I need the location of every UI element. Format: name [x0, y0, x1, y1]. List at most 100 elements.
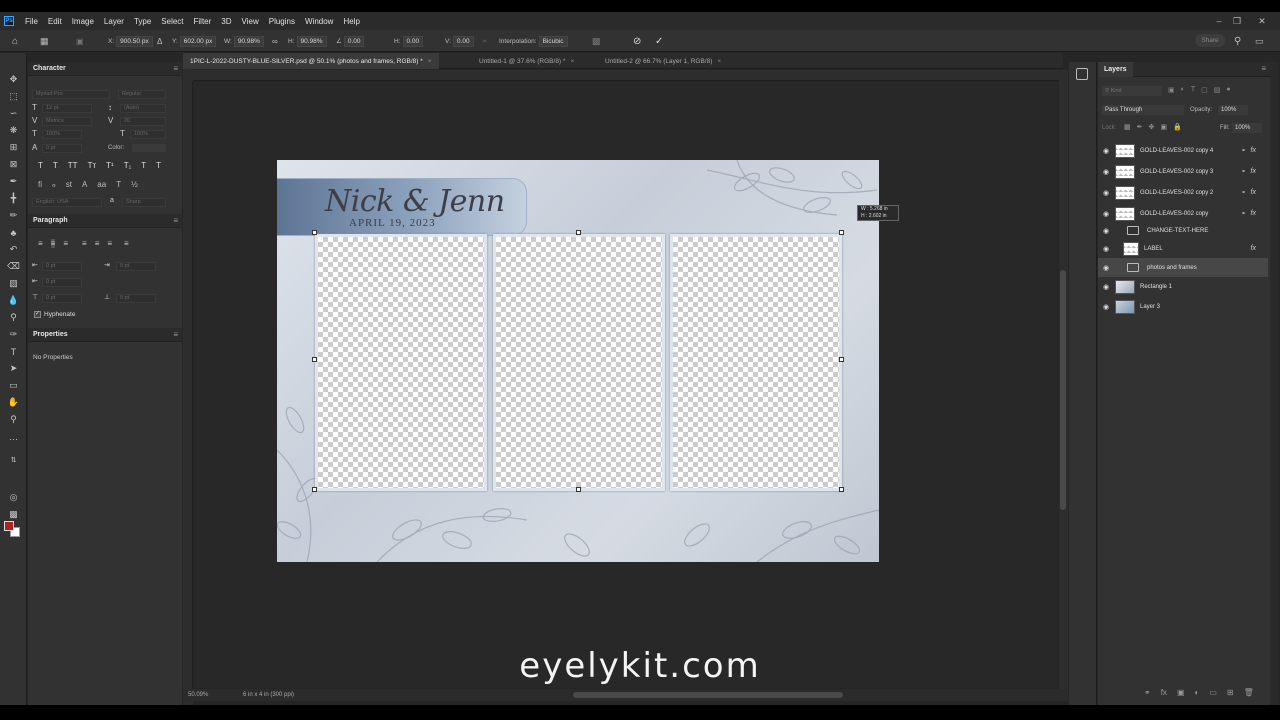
layer-name[interactable]: GOLD-LEAVES-002 copy 2 [1140, 190, 1213, 196]
angle-value[interactable]: 0.00 [343, 35, 365, 47]
layer-group-row-selected[interactable]: ◉ photos and frames [1098, 258, 1268, 277]
ligature-icon[interactable]: fi [38, 180, 42, 189]
layer-name[interactable]: GOLD-LEAVES-002 copy [1140, 211, 1208, 217]
faux-italic-icon[interactable]: T [53, 161, 58, 170]
zoom-tool-icon[interactable]: ⚲ [6, 413, 21, 426]
justify-last-center-icon[interactable]: ≡ [95, 239, 100, 248]
layer-name[interactable]: LABEL [1144, 246, 1163, 252]
new-layer-icon[interactable]: ⊞ [1227, 688, 1234, 697]
visibility-eye-icon[interactable]: ◉ [1103, 245, 1111, 253]
visibility-eye-icon[interactable]: ◉ [1103, 303, 1111, 311]
close-window-icon[interactable]: ✕ [1253, 12, 1271, 30]
stamp-tool-icon[interactable]: ♣ [6, 226, 21, 239]
restore-icon[interactable]: ❐ [1228, 12, 1246, 30]
lasso-tool-icon[interactable]: ∽ [6, 107, 21, 120]
close-tab-icon[interactable]: × [428, 58, 432, 65]
eyedropper-tool-icon[interactable]: ✒ [6, 175, 21, 188]
space-before-field[interactable]: 0 pt [42, 294, 82, 303]
layer-fx-icon[interactable]: fx [1251, 245, 1256, 252]
layer-name[interactable]: Rectangle 1 [1140, 284, 1172, 290]
add-style-icon[interactable]: fx [1161, 688, 1167, 697]
menu-file[interactable]: File [20, 17, 43, 26]
height-field[interactable]: H: 90.98% [288, 30, 327, 52]
reference-point-icon[interactable]: ▣ [76, 30, 84, 52]
visibility-eye-icon[interactable]: ◉ [1103, 189, 1111, 197]
layer-filter-kind[interactable]: ⚲ Kind [1102, 86, 1162, 96]
panel-menu-icon[interactable]: ≡ [173, 216, 178, 225]
transform-handle[interactable] [312, 230, 317, 235]
visibility-eye-icon[interactable]: ◉ [1103, 227, 1111, 235]
share-button[interactable]: Share [1195, 34, 1225, 47]
marquee-tool-icon[interactable]: ⬚ [6, 90, 21, 103]
interpolation-select[interactable]: Bicubic [538, 35, 568, 47]
align-left-icon[interactable]: ≡ [38, 239, 43, 248]
visibility-eye-icon[interactable]: ◉ [1103, 147, 1111, 155]
vertical-ruler[interactable] [183, 81, 193, 689]
filter-type-icon[interactable]: T [1191, 86, 1195, 94]
libraries-icon[interactable] [1076, 68, 1088, 80]
crop-tool-icon[interactable]: ⊞ [6, 141, 21, 154]
layer-name[interactable]: CHANGE-TEXT-HERE [1147, 228, 1208, 234]
healing-tool-icon[interactable]: ╋ [6, 192, 21, 205]
angle-field[interactable]: ∠ 0.00 [336, 30, 365, 52]
visibility-eye-icon[interactable]: ◉ [1103, 168, 1111, 176]
warp-mode-icon[interactable]: ▩ [592, 30, 601, 52]
commit-transform-icon[interactable]: ✓ [655, 30, 663, 52]
home-icon[interactable]: ⌂ [12, 30, 18, 52]
visibility-eye-icon[interactable]: ◉ [1103, 264, 1111, 272]
ordinals-icon[interactable]: T [116, 180, 121, 189]
menu-view[interactable]: View [237, 17, 264, 26]
menu-window[interactable]: Window [300, 17, 338, 26]
h-value[interactable]: 90.98% [296, 35, 327, 47]
document-info[interactable]: 6 in x 4 in (300 ppi) [243, 692, 294, 698]
screen-mode-icon[interactable]: ▩ [6, 508, 21, 521]
filter-adjust-icon[interactable]: ◐ [1181, 86, 1185, 94]
x-value[interactable]: 900.50 px [116, 35, 153, 47]
indent-right-field[interactable]: 0 pt [116, 262, 156, 271]
layer-row[interactable]: ◉ GOLD-LEAVES-002 copy 2 ⚭ fx [1098, 183, 1268, 202]
hand-tool-icon[interactable]: ✋ [6, 396, 21, 409]
lock-artboard-icon[interactable]: ▣ [1160, 123, 1167, 131]
x-field[interactable]: X: 900.50 px [108, 30, 153, 52]
hskew-value[interactable]: 0.00 [402, 35, 424, 47]
gradient-tool-icon[interactable]: ▧ [6, 277, 21, 290]
horizontal-scale-field[interactable]: 100% [130, 130, 166, 139]
more-tools-icon[interactable]: ⋯ [6, 433, 21, 446]
pen-tool-icon[interactable]: ✑ [6, 328, 21, 341]
layer-name[interactable]: GOLD-LEAVES-002 copy 3 [1140, 169, 1213, 175]
menu-select[interactable]: Select [156, 17, 188, 26]
subscript-icon[interactable]: T₁ [124, 161, 132, 170]
eraser-tool-icon[interactable]: ⌫ [6, 260, 21, 273]
workspace-icon[interactable]: ▭ [1255, 30, 1264, 52]
space-after-field[interactable]: 0 pt [116, 294, 156, 303]
brush-tool-icon[interactable]: ✏ [6, 209, 21, 222]
panel-menu-icon[interactable]: ≡ [173, 330, 178, 339]
indent-left-field[interactable]: 0 pt [42, 262, 82, 271]
layer-row[interactable]: ◉ LABEL fx [1098, 239, 1268, 258]
visibility-eye-icon[interactable]: ◉ [1103, 210, 1111, 218]
properties-panel-header[interactable]: Properties ≡ [28, 328, 182, 342]
justify-all-icon[interactable]: ≡ [124, 239, 129, 248]
hskew-field[interactable]: H: 0.00 [394, 30, 424, 52]
tab-untitled-1[interactable]: Untitled-1 @ 37.6% (RGB/8) * × [472, 53, 581, 69]
menu-layer[interactable]: Layer [99, 17, 129, 26]
layer-row[interactable]: ◉ Rectangle 1 [1098, 277, 1268, 296]
menu-edit[interactable]: Edit [43, 17, 67, 26]
cancel-transform-icon[interactable]: ⊘ [633, 30, 641, 52]
paragraph-panel-header[interactable]: Paragraph ≡ [28, 214, 182, 228]
layer-row[interactable]: ◉ Layer 3 [1098, 297, 1268, 316]
zoom-level[interactable]: 50.09% [188, 692, 208, 698]
layers-tab[interactable]: Layers [1098, 62, 1133, 77]
fill-field[interactable]: 100% [1232, 123, 1262, 133]
lock-all-icon[interactable]: 🔒 [1173, 123, 1182, 131]
transform-handle[interactable] [312, 357, 317, 362]
horizontal-scroll-thumb[interactable] [573, 692, 843, 698]
lock-pixels-icon[interactable]: ▦ [1124, 123, 1131, 131]
justify-last-right-icon[interactable]: ≡ [107, 239, 112, 248]
align-right-icon[interactable]: ≡ [63, 239, 68, 248]
underline-icon[interactable]: T [141, 161, 146, 170]
font-size-field[interactable]: 12 pt [42, 104, 92, 113]
quick-select-tool-icon[interactable]: ❋ [6, 124, 21, 137]
menu-help[interactable]: Help [338, 17, 364, 26]
titling-icon[interactable]: aa [97, 180, 106, 189]
